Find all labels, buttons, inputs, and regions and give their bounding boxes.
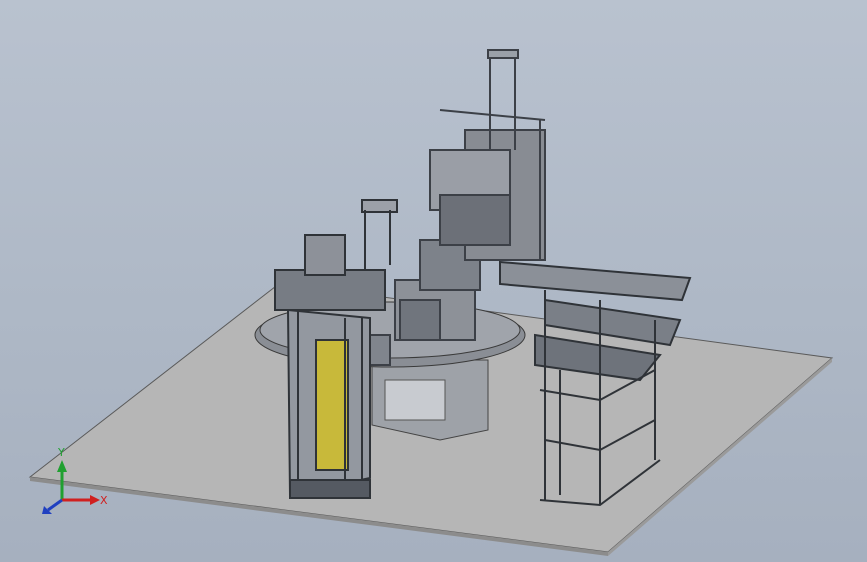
triad-y-label: Y <box>57 446 65 459</box>
triad-z-axis <box>47 498 63 512</box>
graphics-viewport[interactable]: X Y <box>0 0 867 562</box>
triad-x-label: X <box>100 494 108 507</box>
cad-assembly-scene[interactable]: X Y <box>0 0 867 562</box>
